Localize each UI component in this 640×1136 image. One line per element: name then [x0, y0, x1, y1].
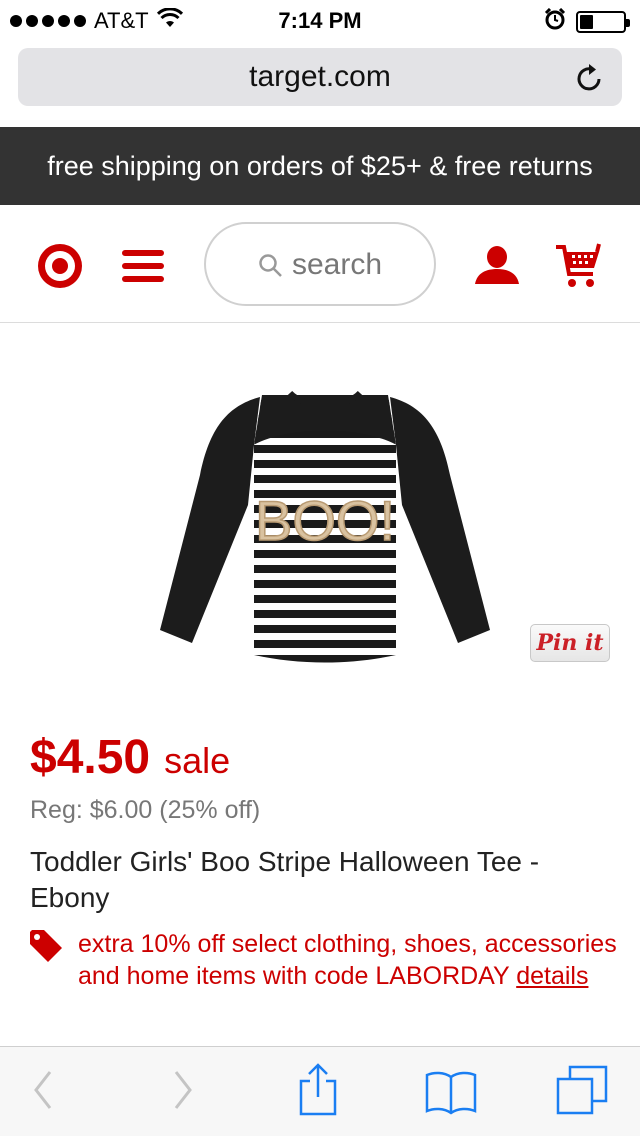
- battery-level: [580, 14, 593, 29]
- address-bar[interactable]: target.com: [18, 48, 622, 106]
- cart-icon[interactable]: [553, 242, 603, 295]
- back-icon[interactable]: [28, 1067, 58, 1118]
- sale-label: sale: [164, 740, 231, 781]
- price-tag-icon: [28, 928, 64, 969]
- url-text[interactable]: target.com: [18, 60, 622, 94]
- shirt-print-text: BOO!: [255, 489, 395, 552]
- sale-price: $4.50: [30, 731, 151, 784]
- price-row: $4.50 sale: [30, 730, 230, 785]
- product-title: Toddler Girls' Boo Stripe Halloween Tee …: [30, 846, 540, 913]
- browser-toolbar: [0, 1046, 640, 1136]
- menu-icon[interactable]: [122, 250, 164, 282]
- bookmarks-icon[interactable]: [424, 1069, 478, 1120]
- promo-banner[interactable]: free shipping on orders of $25+ & free r…: [0, 127, 640, 205]
- account-icon[interactable]: [474, 245, 520, 290]
- tabs-icon[interactable]: [556, 1065, 608, 1120]
- search-input[interactable]: search: [204, 222, 436, 306]
- search-icon: [258, 253, 284, 284]
- share-icon[interactable]: [296, 1063, 340, 1122]
- pin-it-button[interactable]: Pin it: [530, 624, 610, 662]
- product-image[interactable]: BOO!: [150, 385, 500, 675]
- alarm-icon: [544, 7, 566, 35]
- target-logo[interactable]: [38, 244, 82, 293]
- search-placeholder: search: [292, 248, 383, 281]
- promo-offer: extra 10% off select clothing, shoes, ac…: [78, 928, 618, 992]
- forward-icon[interactable]: [168, 1067, 198, 1118]
- reload-icon[interactable]: [576, 62, 604, 97]
- offer-details-link[interactable]: details: [516, 962, 588, 990]
- regular-price: Reg: $6.00 (25% off): [30, 796, 261, 824]
- site-header: search: [0, 205, 640, 323]
- battery-icon: [576, 10, 630, 33]
- status-bar: AT&T 7:14 PM: [0, 0, 640, 40]
